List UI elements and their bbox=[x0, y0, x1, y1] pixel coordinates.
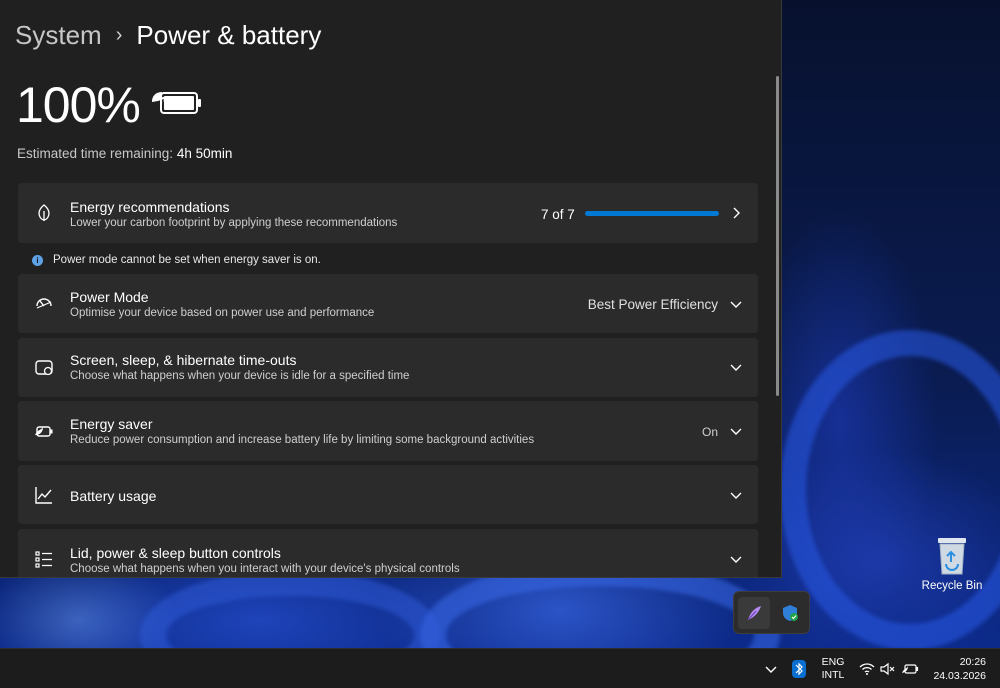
lid-controls-card[interactable]: Lid, power & sleep button controls Choos… bbox=[18, 529, 758, 577]
power-mode-select[interactable]: Best Power Efficiency bbox=[588, 297, 718, 312]
lid-controls-subtitle: Choose what happens when you interact wi… bbox=[70, 563, 460, 575]
info-message-text: Power mode cannot be set when energy sav… bbox=[53, 254, 321, 266]
recycle-bin-label: Recycle Bin bbox=[921, 580, 983, 592]
battery-usage-card[interactable]: Battery usage bbox=[18, 465, 758, 524]
chevron-down-icon bbox=[730, 364, 742, 371]
volume-muted-icon bbox=[880, 662, 895, 676]
scrollbar-thumb[interactable] bbox=[776, 76, 779, 396]
show-hidden-icons-button[interactable] bbox=[760, 649, 782, 688]
keyboard-layout: INTL bbox=[821, 669, 845, 681]
wallpaper-swirl bbox=[780, 330, 1000, 650]
flyout-app-security[interactable] bbox=[774, 597, 806, 629]
battery-charging-icon bbox=[152, 92, 201, 114]
language-code: ENG bbox=[821, 656, 845, 668]
battery-saver-icon bbox=[902, 664, 919, 674]
clock-time: 20:26 bbox=[959, 656, 986, 668]
battery-percentage: 100% bbox=[16, 77, 141, 133]
chevron-right-icon bbox=[733, 207, 740, 219]
energy-saver-card[interactable]: Energy saver Reduce power consumption an… bbox=[18, 401, 758, 461]
estimate-label: Estimated time remaining: bbox=[17, 146, 174, 161]
chevron-down-icon bbox=[730, 492, 742, 499]
power-mode-title: Power Mode bbox=[70, 289, 149, 305]
recycle-bin-desktop-icon[interactable]: Recycle Bin bbox=[918, 534, 986, 592]
taskbar-clock[interactable]: 20:26 24.03.2026 bbox=[926, 649, 986, 688]
bluetooth-tray-icon[interactable] bbox=[790, 649, 808, 688]
breadcrumb-separator-icon: › bbox=[115, 23, 123, 46]
power-mode-info-message: i Power mode cannot be set when energy s… bbox=[32, 254, 321, 266]
lid-controls-title: Lid, power & sleep button controls bbox=[70, 545, 281, 561]
leaf-icon bbox=[38, 204, 50, 221]
bluetooth-icon bbox=[792, 660, 806, 678]
volume-tray-icon[interactable] bbox=[879, 649, 897, 688]
recommendations-progress-fill bbox=[585, 211, 719, 216]
page-title: Power & battery bbox=[136, 19, 322, 50]
chevron-down-icon bbox=[730, 556, 742, 563]
list-icon bbox=[35, 551, 52, 568]
screen-sleep-icon bbox=[35, 360, 53, 376]
wifi-tray-icon[interactable] bbox=[858, 649, 876, 688]
input-language-indicator[interactable]: ENG INTL bbox=[816, 649, 850, 688]
info-icon: i bbox=[32, 254, 43, 266]
energy-saver-title: Energy saver bbox=[70, 416, 153, 432]
estimate-value: 4h 50min bbox=[176, 146, 233, 161]
feather-icon bbox=[747, 606, 761, 621]
breadcrumb-system-link[interactable]: System bbox=[15, 20, 102, 51]
wifi-icon bbox=[859, 663, 875, 675]
settings-window: System › Power & battery 100% Estimated … bbox=[0, 0, 782, 578]
hidden-icons-flyout bbox=[733, 591, 810, 634]
energy-recommendations-card[interactable]: Energy recommendations Lower your carbon… bbox=[18, 183, 758, 243]
recommendations-count: 7 of 7 bbox=[541, 207, 575, 222]
screen-sleep-title: Screen, sleep, & hibernate time-outs bbox=[70, 352, 297, 368]
energy-recommendations-title: Energy recommendations bbox=[70, 199, 230, 215]
power-mode-subtitle: Optimise your device based on power use … bbox=[70, 307, 375, 319]
power-mode-card[interactable]: Power Mode Optimise your device based on… bbox=[18, 274, 758, 333]
breadcrumb: System › Power & battery bbox=[15, 18, 321, 52]
chart-icon bbox=[35, 487, 52, 504]
battery-usage-title: Battery usage bbox=[70, 488, 157, 504]
screen-sleep-card[interactable]: Screen, sleep, & hibernate time-outs Cho… bbox=[18, 338, 758, 397]
chevron-up-icon bbox=[765, 666, 777, 673]
gauge-icon bbox=[36, 298, 52, 309]
energy-saver-subtitle: Reduce power consumption and increase ba… bbox=[70, 434, 535, 446]
security-shield-icon bbox=[783, 605, 798, 621]
chevron-down-icon bbox=[730, 428, 742, 435]
screen-sleep-subtitle: Choose what happens when your device is … bbox=[70, 370, 410, 382]
flyout-app-feather[interactable] bbox=[738, 597, 770, 629]
chevron-down-icon bbox=[730, 301, 742, 308]
taskbar: ENG INTL 20:26 24.03.2026 bbox=[0, 648, 1000, 688]
recycle-bin-icon bbox=[938, 538, 966, 575]
battery-tray-icon[interactable] bbox=[900, 649, 920, 688]
clock-date: 24.03.2026 bbox=[933, 670, 986, 682]
estimated-time-remaining: Estimated time remaining: 4h 50min bbox=[17, 146, 232, 161]
energy-recommendations-subtitle: Lower your carbon footprint by applying … bbox=[70, 217, 398, 229]
energy-saver-status: On bbox=[701, 425, 718, 439]
battery-saver-icon bbox=[35, 426, 53, 437]
recommendations-progress-track bbox=[585, 211, 719, 216]
